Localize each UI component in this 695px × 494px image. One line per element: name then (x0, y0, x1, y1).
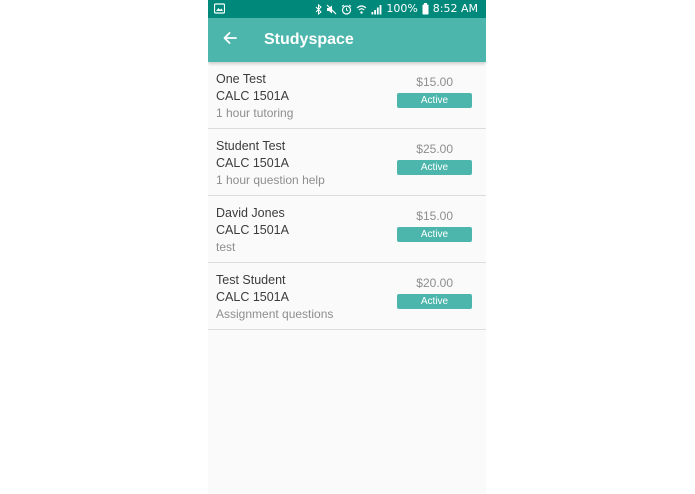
back-button[interactable] (218, 28, 242, 52)
arrow-left-icon (222, 30, 238, 51)
bluetooth-icon (315, 3, 323, 15)
image-icon (213, 3, 226, 14)
course-code: CALC 1501A (216, 89, 289, 103)
session-price: $25.00 (416, 142, 453, 156)
alarm-icon (341, 4, 352, 15)
status-badge: Active (397, 227, 472, 242)
status-icons: 100% 8:52 AM (315, 2, 478, 16)
session-item[interactable]: David Jones CALC 1501A test $15.00 Activ… (208, 196, 486, 263)
session-item[interactable]: Student Test CALC 1501A 1 hour question … (208, 129, 486, 196)
wifi-icon (356, 4, 367, 15)
session-item[interactable]: One Test CALC 1501A 1 hour tutoring $15.… (208, 62, 486, 129)
status-badge: Active (397, 93, 472, 108)
session-list: One Test CALC 1501A 1 hour tutoring $15.… (208, 62, 486, 330)
session-description: Assignment questions (216, 307, 334, 321)
status-badge: Active (397, 160, 472, 175)
mute-icon (326, 4, 337, 15)
course-code: CALC 1501A (216, 290, 289, 304)
battery-icon (422, 3, 429, 15)
battery-percent: 100% (386, 2, 418, 15)
course-code: CALC 1501A (216, 156, 289, 170)
course-code: CALC 1501A (216, 223, 289, 237)
session-price: $20.00 (416, 276, 453, 290)
status-bar: 100% 8:52 AM (208, 0, 486, 18)
student-name: Student Test (216, 139, 286, 153)
session-price: $15.00 (416, 209, 453, 223)
phone-screen: 100% 8:52 AM Studyspace One Test CALC 15… (208, 0, 486, 494)
session-description: test (216, 240, 236, 254)
clock: 8:52 AM (432, 2, 478, 15)
page-title: Studyspace (264, 31, 354, 48)
student-name: David Jones (216, 206, 285, 220)
student-name: One Test (216, 72, 266, 86)
session-item[interactable]: Test Student CALC 1501A Assignment quest… (208, 263, 486, 330)
app-bar: Studyspace (208, 18, 486, 62)
student-name: Test Student (216, 273, 286, 287)
session-description: 1 hour question help (216, 173, 325, 187)
session-description: 1 hour tutoring (216, 106, 294, 120)
session-price: $15.00 (416, 75, 453, 89)
status-badge: Active (397, 294, 472, 309)
signal-icon (371, 4, 382, 15)
